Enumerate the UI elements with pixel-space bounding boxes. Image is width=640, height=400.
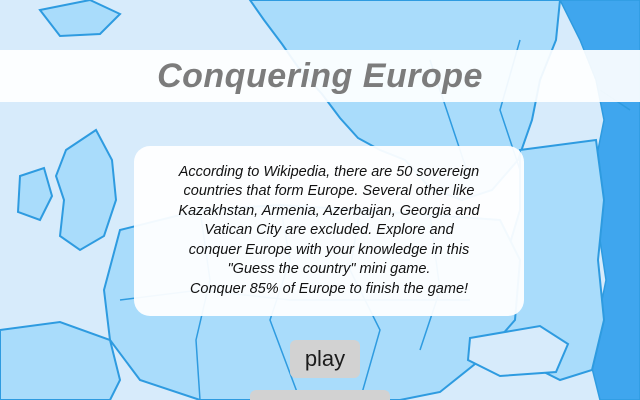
intro-line: conquer Europe with your knowledge in th…	[188, 241, 470, 258]
title-banner: Conquering Europe	[0, 50, 640, 102]
game-screen: Conquering Europe According to Wikipedia…	[0, 0, 640, 400]
intro-card: According to Wikipedia, there are 50 sov…	[134, 146, 524, 316]
intro-line: Conquer 85% of Europe to finish the game…	[189, 280, 469, 297]
intro-line: According to Wikipedia, there are 50 sov…	[178, 163, 480, 180]
intro-text: According to Wikipedia, there are 50 sov…	[178, 163, 479, 300]
game-title: Conquering Europe	[157, 56, 483, 95]
intro-line: Kazakhstan, Armenia, Azerbaijan, Georgia…	[178, 202, 480, 219]
menu-button[interactable]	[250, 390, 390, 400]
intro-line: "Guess the country" mini game.	[227, 261, 431, 278]
intro-line: countries that form Europe. Several othe…	[183, 183, 475, 200]
play-button[interactable]: play	[290, 340, 360, 378]
intro-line: Vatican City are excluded. Explore and	[204, 222, 454, 239]
